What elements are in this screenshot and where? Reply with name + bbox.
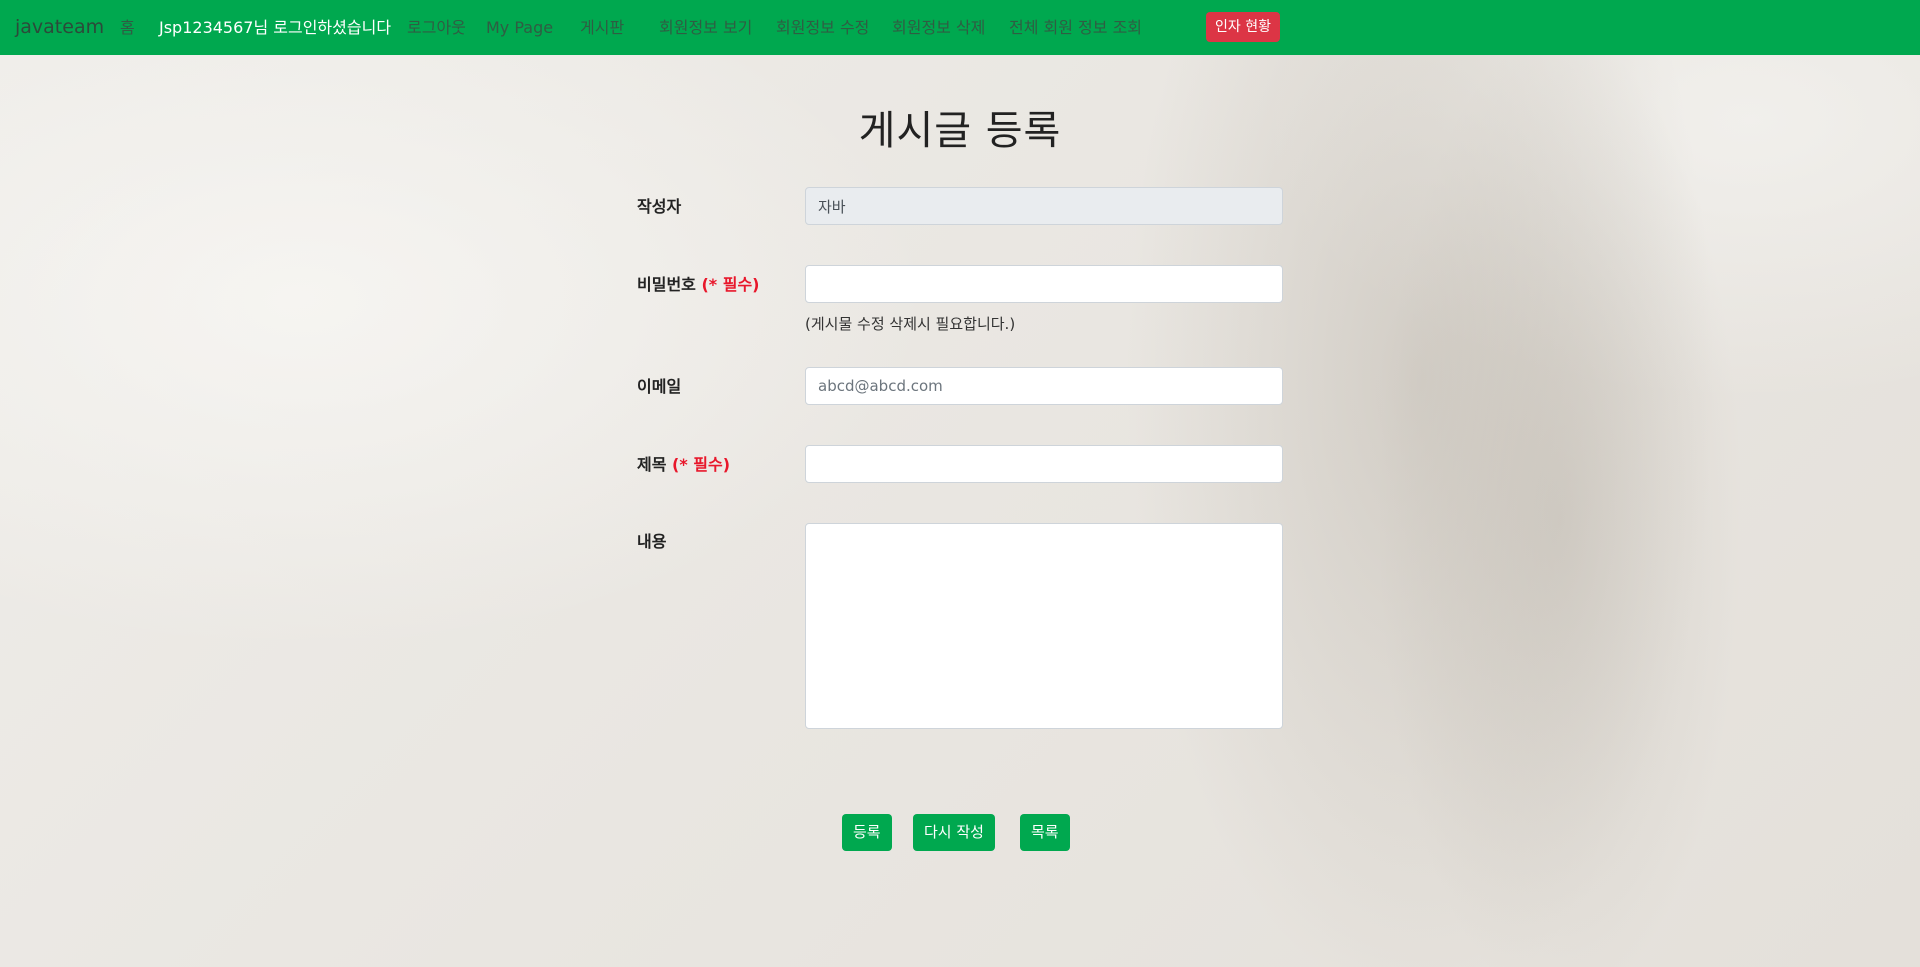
- subject-label-text: 제목: [637, 455, 667, 474]
- password-hint: (게시물 수정 삭제시 필요합니다.): [805, 315, 1016, 333]
- password-label: 비밀번호 (* 필수): [637, 271, 759, 295]
- brand-link[interactable]: javateam: [15, 0, 104, 55]
- submit-button[interactable]: 등록: [842, 814, 892, 851]
- content-label-text: 내용: [637, 532, 667, 551]
- top-navbar: javateam 홈 Jsp1234567님 로그인하셨습니다 로그아웃 My …: [0, 0, 1920, 55]
- nav-logout-link[interactable]: 로그아웃: [407, 0, 466, 55]
- user-greeting: Jsp1234567님 로그인하셨습니다: [159, 18, 392, 37]
- list-button[interactable]: 목록: [1020, 814, 1070, 851]
- subject-required-marker: (* 필수): [672, 455, 731, 474]
- page-title: 게시글 등록: [858, 108, 1062, 154]
- email-label-text: 이메일: [637, 377, 682, 396]
- writer-label-text: 작성자: [637, 197, 682, 216]
- status-badge-button[interactable]: 인자 현황: [1206, 12, 1280, 42]
- writer-field: [805, 187, 1283, 225]
- email-field[interactable]: [805, 367, 1283, 405]
- nav-mypage-link[interactable]: My Page: [486, 0, 553, 55]
- nav-member-edit-link[interactable]: 회원정보 수정: [776, 0, 869, 55]
- reset-button[interactable]: 다시 작성: [913, 814, 995, 851]
- password-label-text: 비밀번호: [637, 275, 696, 294]
- nav-all-members-link[interactable]: 전체 회원 정보 조회: [1009, 0, 1142, 55]
- nav-member-view-link[interactable]: 회원정보 보기: [659, 0, 752, 55]
- nav-member-delete-link[interactable]: 회원정보 삭제: [892, 0, 985, 55]
- nav-home-link[interactable]: 홈: [120, 0, 135, 55]
- content-label: 내용: [637, 528, 666, 552]
- password-required-marker: (* 필수): [701, 275, 760, 294]
- content-textarea[interactable]: [805, 523, 1283, 729]
- writer-label: 작성자: [637, 193, 681, 217]
- password-field[interactable]: [805, 265, 1283, 303]
- nav-board-link[interactable]: 게시판: [580, 0, 624, 55]
- email-label: 이메일: [637, 373, 681, 397]
- subject-field[interactable]: [805, 445, 1283, 483]
- subject-label: 제목 (* 필수): [637, 451, 730, 475]
